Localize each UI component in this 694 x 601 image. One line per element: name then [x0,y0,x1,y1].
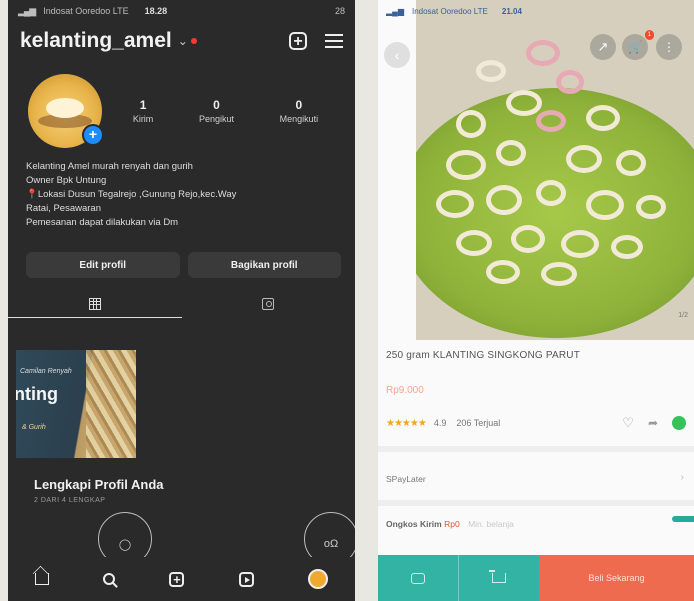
chat-icon [411,572,425,584]
divider [378,500,694,506]
status-time: 18.28 [144,6,168,16]
cart-icon [489,570,506,583]
cart-badge: 1 [644,30,654,40]
edit-profile-button[interactable]: Edit profil [26,252,180,278]
image-counter: 1/2 [678,312,688,319]
reels-icon[interactable] [238,571,254,587]
tab-posts-grid[interactable] [8,290,182,318]
username[interactable]: kelanting_amel [20,29,172,53]
bottom-action-bar: Beli Sekarang [378,555,694,601]
shopee-product-screen: ▂▄▆ Indosat Ooredoo LTE 21.04 ‹ ↗ 🛒 1 ⋮ 1… [378,0,694,601]
profile-header: kelanting_amel ⌄ + [8,22,355,60]
share-icon[interactable]: ↗ [590,34,616,60]
bio-line: Pemesanan dapat dilakukan via Dm [26,217,179,228]
add-to-cart-button[interactable] [458,555,539,601]
status-bar: ▂▄▆ Indosat Ooredoo LTE 21.04 [378,0,694,22]
bio-line: Owner Bpk Untung [26,175,107,186]
grid-icon [88,297,101,310]
person-icon: ◯ [118,538,132,551]
shipping-badge [672,516,694,522]
buy-now-button[interactable]: Beli Sekarang [539,555,694,601]
profile-tabs [8,290,355,318]
post-subtext: Camilan Renyah [20,368,72,375]
product-title: 250 gram KLANTING SINGKONG PARUT [386,350,581,361]
post-image-photo [86,350,136,458]
profile-bio: Kelanting Amel murah renyah dan gurih Ow… [8,148,355,230]
signal-icon: ▂▄▆ [18,5,36,16]
search-icon[interactable] [103,573,116,585]
shipping-row[interactable]: Ongkos Kirim Rp0 Min. belanja [386,519,514,529]
profile-actions: Edit profil Bagikan profil [8,230,355,278]
notification-dot [190,38,197,44]
divider [378,446,694,452]
stat-following[interactable]: 0 Mengikuti [280,98,319,124]
star-rating-icon: ★★★★★ [386,417,427,429]
stat-value: 1 [139,98,147,112]
profile-avatar[interactable] [307,569,328,589]
back-button[interactable]: ‹ [384,42,410,68]
spaylater-label[interactable]: SPayLater [386,474,426,484]
rating-row: ★★★★★ 4.9 206 Terjual ♡ ➦ [386,415,686,431]
share-icon[interactable]: ➦ [648,416,658,430]
instagram-profile-screen: ▂▄▆ Indosat Ooredoo LTE 18.28 28 kelanti… [8,0,355,601]
stat-value: 0 [295,98,303,112]
more-options-icon[interactable]: ⋮ [656,34,682,60]
shipping-note: Min. belanja [468,519,514,529]
product-image[interactable] [416,0,694,340]
shipping-value: Rp0 [444,519,460,529]
tagged-person-icon [262,298,275,310]
rating-score: 4.9 [433,418,447,428]
status-bar: ▂▄▆ Indosat Ooredoo LTE 18.28 28 [8,0,355,22]
signal-icon: ▂▄▆ [386,6,404,16]
menu-icon[interactable] [325,34,343,48]
sold-count: 206 Terjual [456,418,501,428]
complete-profile-progress: 2 DARI 4 LENGKAP [34,497,106,504]
carrier-label: Indosat Ooredoo LTE [411,6,488,16]
bio-line: Ratai, Pesawaran [26,203,101,214]
battery-label: 28 [334,6,345,16]
stat-followers[interactable]: 0 Pengikut [199,98,234,124]
stat-label: Kirim [132,114,154,124]
home-icon[interactable] [35,573,50,585]
avatar[interactable]: + [28,74,104,148]
post-thumbnail[interactable]: Camilan Renyah nting & Gurih [16,350,136,458]
profile-stats: 1 Kirim 0 Pengikut 0 Mengikuti [110,98,341,124]
bio-line: Kelanting Amel murah renyah dan gurih [26,161,193,172]
bottom-navigation: + [8,557,355,601]
add-icon[interactable]: + [169,571,185,587]
heart-icon[interactable]: ♡ [622,415,634,431]
stat-value: 0 [213,98,220,112]
complete-profile-title: Lengkapi Profil Anda [34,477,164,492]
chat-button[interactable] [378,555,458,601]
post-title-text: nting [16,384,58,404]
people-icon: oΩ [323,538,339,550]
product-price: Rp9.000 [386,385,424,396]
cart-icon[interactable]: 🛒 1 [622,30,654,60]
plus-square-icon[interactable]: + [289,32,307,50]
stat-posts[interactable]: 1 Kirim [133,98,154,124]
post-tag-text: & Gurih [22,424,46,431]
chevron-right-icon[interactable]: › [681,472,684,483]
stat-label: Pengikut [198,114,234,124]
add-story-icon[interactable]: + [82,124,104,146]
chevron-down-icon[interactable]: ⌄ [178,34,188,48]
whatsapp-icon[interactable] [672,416,686,430]
carrier-label: Indosat Ooredoo LTE [43,6,129,16]
share-profile-button[interactable]: Bagikan profil [187,252,341,278]
stat-label: Mengikuti [279,114,319,124]
tab-tagged[interactable] [182,290,356,318]
shipping-label: Ongkos Kirim [386,519,442,529]
status-time: 21.04 [501,6,522,16]
bio-line: 📍Lokasi Dusun Tegalrejo ,Gunung Rejo,kec… [26,189,237,200]
profile-summary: + 1 Kirim 0 Pengikut 0 Mengikuti [8,60,355,148]
